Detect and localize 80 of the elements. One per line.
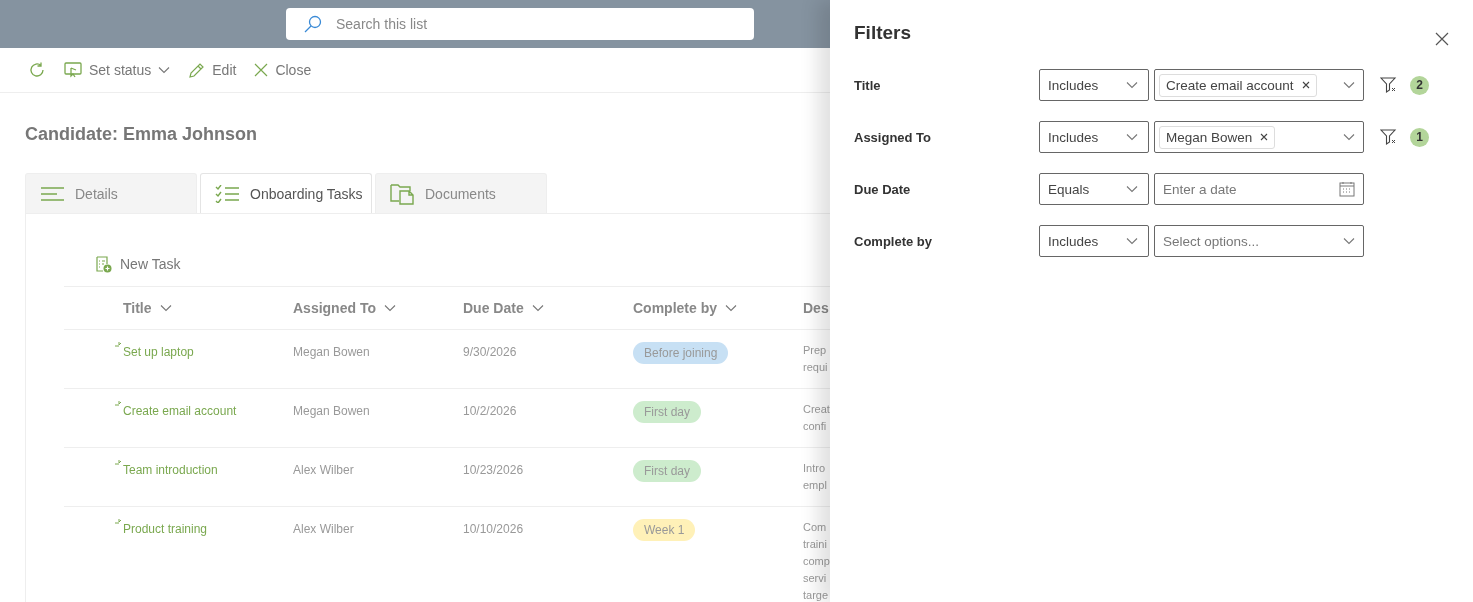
folder-icon: [390, 182, 415, 205]
chevron-down-icon: [725, 304, 737, 312]
search-field[interactable]: Search this list: [286, 8, 754, 40]
chevron-down-icon: [1343, 81, 1355, 89]
chevron-down-icon: [1126, 81, 1138, 89]
tab[interactable]: Documents: [375, 173, 547, 213]
status-tag: First day: [633, 460, 701, 482]
page-title: Candidate: Emma Johnson: [25, 124, 259, 145]
date-field[interactable]: Enter a date: [1154, 173, 1364, 205]
column-header[interactable]: Due Date: [463, 300, 544, 316]
column-header[interactable]: Title: [123, 300, 172, 316]
chevron-down-icon: [1126, 237, 1138, 245]
table-cell-text: Megan Bowen: [293, 404, 371, 418]
new-task-icon: [95, 255, 112, 273]
edit-button[interactable]: Edit: [188, 61, 237, 79]
refresh-button[interactable]: [28, 61, 46, 79]
close-button[interactable]: [1435, 32, 1449, 46]
search-icon: [304, 15, 322, 33]
chevron-down-icon: [1343, 133, 1355, 141]
tag-chip: Megan Bowen: [1159, 125, 1276, 149]
task-link[interactable]: Create email account: [123, 404, 237, 418]
status-tag: Before joining: [633, 342, 729, 364]
chevron-down-icon: [531, 304, 544, 312]
remove-icon[interactable]: [1260, 133, 1269, 141]
lines-icon: [40, 185, 65, 202]
tag-picker[interactable]: Megan Bowen: [1154, 121, 1364, 153]
filter-label: Complete by: [854, 233, 933, 249]
task-link[interactable]: Product training: [123, 522, 208, 536]
task-link[interactable]: Team introduction: [123, 463, 218, 477]
status-tag: Week 1: [633, 519, 696, 541]
operator-dropdown[interactable]: Includes: [1039, 225, 1149, 257]
operator-dropdown[interactable]: Includes: [1039, 121, 1149, 153]
tab[interactable]: Details: [25, 173, 197, 213]
calendar-icon: [1339, 181, 1355, 197]
column-header[interactable]: Des: [803, 300, 829, 316]
clear-filter-icon[interactable]: [1380, 129, 1397, 145]
column-header[interactable]: Assigned To: [293, 300, 396, 316]
table-cell-text: Megan Bowen: [293, 345, 371, 359]
filter-label: Due Date: [854, 181, 912, 197]
new-task-button[interactable]: New Task: [95, 254, 181, 274]
task-link[interactable]: Set up laptop: [123, 345, 194, 359]
table-cell-text: Alex Wilber: [293, 522, 355, 536]
chevron-down-icon: [158, 66, 171, 74]
chevron-down-icon: [159, 304, 172, 312]
checklist-icon: [215, 184, 240, 203]
operator-dropdown[interactable]: Equals: [1039, 173, 1149, 205]
status-button[interactable]: Set status: [64, 62, 171, 78]
count-badge: 1: [1410, 127, 1429, 147]
description-text: Creat confi: [803, 402, 830, 434]
close-icon: [254, 63, 269, 77]
tag-chip: Create email account: [1159, 73, 1317, 97]
tag-picker[interactable]: Create email account: [1154, 69, 1364, 101]
pencil-icon: [188, 61, 206, 79]
status-tag: First day: [633, 401, 701, 423]
operator-dropdown[interactable]: Includes: [1039, 69, 1149, 101]
filter-label: Title: [854, 77, 882, 93]
table-cell-text: 10/2/2026: [463, 404, 518, 418]
status-icon: [64, 62, 82, 78]
chevron-down-icon: [383, 304, 396, 312]
count-badge: 2: [1410, 75, 1429, 95]
description-text: Prep requi: [803, 343, 829, 375]
close-button[interactable]: Close: [254, 62, 312, 78]
description-text: Com traini comp servi targe: [803, 520, 830, 602]
table-cell-text: Alex Wilber: [293, 463, 355, 477]
table-cell-text: 10/10/2026: [463, 522, 525, 536]
search-input[interactable]: Search this list: [334, 15, 754, 33]
options-dropdown[interactable]: Select options...: [1154, 225, 1364, 257]
column-header[interactable]: Complete by: [633, 300, 737, 316]
description-text: Intro empl: [803, 461, 828, 493]
panel-title: Filters: [854, 22, 912, 44]
tab[interactable]: Onboarding Tasks: [200, 173, 372, 213]
table-cell-text: 10/23/2026: [463, 463, 525, 477]
remove-icon[interactable]: [1301, 81, 1310, 89]
table-cell-text: 9/30/2026: [463, 345, 518, 359]
refresh-icon: [28, 61, 46, 79]
chevron-down-icon: [1126, 185, 1138, 193]
chevron-down-icon: [1126, 133, 1138, 141]
filter-label: Assigned To: [854, 129, 933, 145]
chevron-down-icon: [1343, 237, 1355, 245]
clear-filter-icon[interactable]: [1380, 77, 1397, 93]
